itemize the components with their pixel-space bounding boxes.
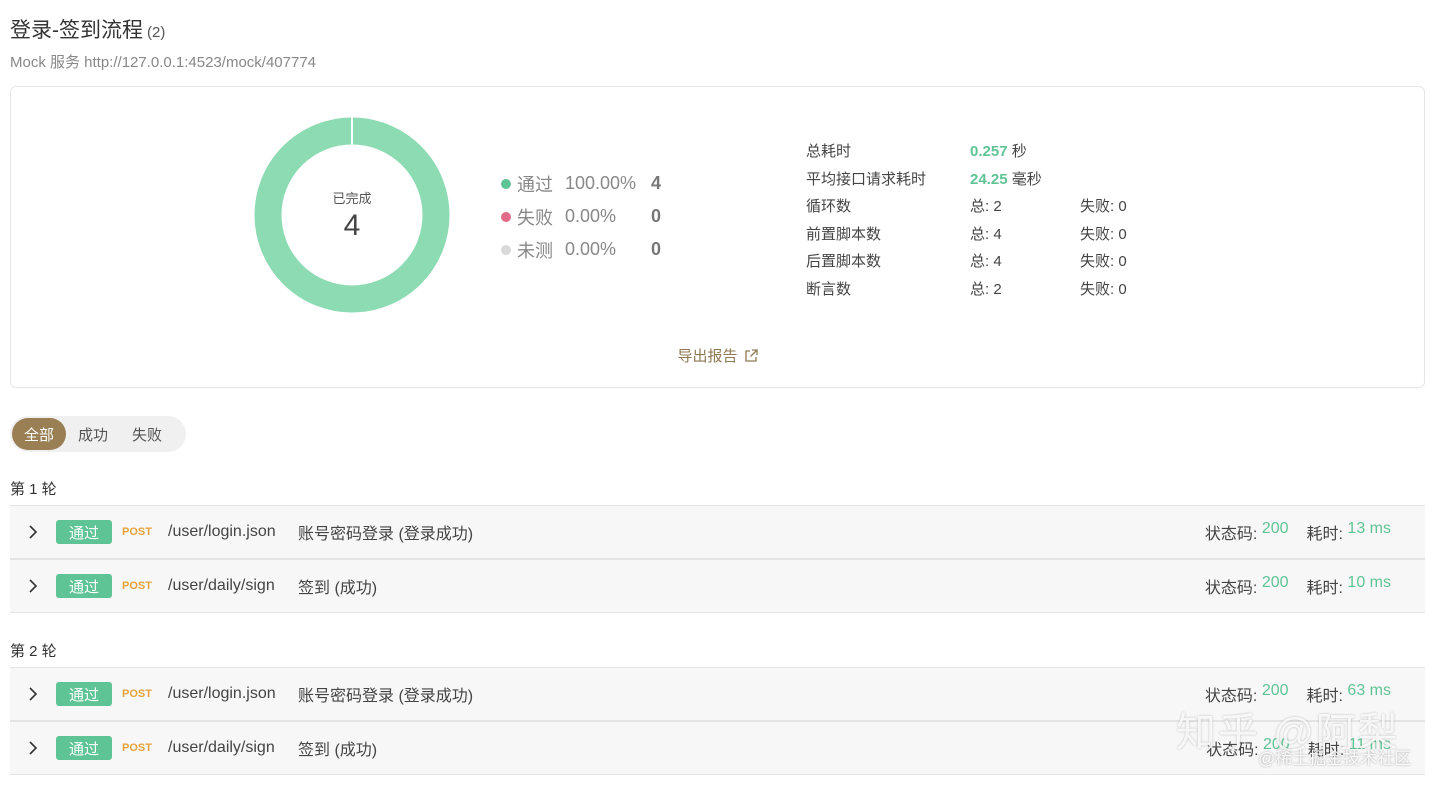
stat-assertions: 断言数 总: 2 失败: 0 [806, 275, 1127, 303]
request-desc: 签到 (成功) [298, 580, 378, 597]
chevron-right-icon[interactable] [10, 525, 56, 539]
legend-untested-name: 未测 [517, 240, 553, 261]
stats-table: 总耗时 0.257 秒 平均接口请求耗时 24.25 毫秒 循环数 总: 2 失… [806, 137, 1127, 302]
stat-fail: 失败: 0 [1080, 253, 1127, 271]
export-report-label: 导出报告 [677, 348, 738, 365]
status-badge: 通过 [56, 574, 112, 598]
export-report-link[interactable]: 导出报告 [11, 345, 1424, 366]
pass-dot-icon [501, 178, 511, 189]
request-path: /user/login.json [168, 685, 276, 702]
result-legend: 通过 100.00% 4 失败 0.00% 0 未测 0.00% 0 [501, 167, 661, 266]
chevron-right-icon[interactable] [10, 579, 56, 593]
total-time-value: 0.257 [970, 143, 1008, 161]
round-title: 第 1 轮 [10, 481, 57, 498]
http-method: POST [122, 526, 152, 538]
case-count: (2) [147, 24, 166, 41]
request-desc: 账号密码登录 (登录成功) [298, 688, 474, 705]
page-title: 登录-签到流程 [10, 19, 143, 42]
avg-time-unit: 毫秒 [1011, 170, 1042, 188]
stat-total: 总: 4 [970, 253, 1002, 271]
result-filter: 全部 成功 失败 [10, 416, 186, 452]
total-time-unit: 秒 [1011, 143, 1027, 161]
chevron-right-icon[interactable] [10, 741, 56, 755]
stat-avg-time: 平均接口请求耗时 24.25 毫秒 [806, 165, 1127, 193]
stat-label: 前置脚本数 [806, 225, 882, 243]
untested-dot-icon [501, 244, 511, 255]
duration-label: 耗时: [1306, 580, 1343, 597]
donut-value: 4 [343, 208, 361, 242]
legend-untested-pct: 0.00% [565, 239, 617, 259]
stat-fail: 失败: 0 [1080, 225, 1127, 243]
stat-loops: 循环数 总: 2 失败: 0 [806, 192, 1127, 220]
legend-fail-pct: 0.00% [565, 206, 617, 226]
status-badge: 通过 [56, 520, 112, 544]
duration: 13 ms [1347, 520, 1391, 537]
stat-label: 后置脚本数 [806, 253, 882, 271]
http-method: POST [122, 688, 152, 700]
stat-label: 断言数 [806, 280, 852, 298]
stat-label: 平均接口请求耗时 [806, 170, 927, 188]
stat-label: 总耗时 [806, 143, 852, 161]
page-header: 登录-签到流程 (2) [10, 14, 165, 44]
filter-all[interactable]: 全部 [12, 418, 67, 450]
http-method: POST [122, 580, 152, 592]
stat-total: 总: 2 [970, 198, 1002, 216]
request-desc: 签到 (成功) [298, 742, 378, 759]
status-code: 200 [1261, 520, 1289, 537]
legend-fail: 失败 0.00% 0 [501, 200, 661, 233]
request-row[interactable]: 通过 POST /user/login.json 账号密码登录 (登录成功) 状… [10, 505, 1425, 559]
legend-fail-name: 失败 [517, 207, 553, 228]
legend-untested: 未测 0.00% 0 [501, 233, 661, 266]
stat-fail: 失败: 0 [1080, 198, 1127, 216]
status-code: 200 [1261, 574, 1289, 591]
stat-fail: 失败: 0 [1080, 280, 1127, 298]
donut-label: 已完成 [332, 190, 372, 206]
duration-label: 耗时: [1306, 526, 1343, 543]
legend-untested-count: 0 [651, 239, 662, 259]
stat-total: 总: 4 [970, 225, 1002, 243]
juejin-watermark: @稀土掘金技术社区 [1258, 749, 1412, 768]
stat-value: 24.25 毫秒 [970, 168, 1042, 189]
filter-success[interactable]: 成功 [66, 418, 120, 450]
stat-pre-scripts: 前置脚本数 总: 4 失败: 0 [806, 220, 1127, 248]
mock-service-url: Mock 服务 http://127.0.0.1:4523/mock/40777… [10, 54, 317, 71]
round-title: 第 2 轮 [10, 643, 57, 660]
stat-total: 总: 2 [970, 280, 1002, 298]
filter-fail[interactable]: 失败 [120, 418, 174, 450]
stat-post-scripts: 后置脚本数 总: 4 失败: 0 [806, 247, 1127, 275]
stat-value: 0.257 秒 [970, 140, 1027, 161]
legend-pass-name: 通过 [517, 174, 553, 195]
summary-card: 已完成 4 通过 100.00% 4 失败 0.00% 0 未测 0.00% 0… [10, 86, 1425, 388]
avg-time-value: 24.25 [970, 170, 1008, 188]
request-desc: 账号密码登录 (登录成功) [298, 526, 474, 543]
http-method: POST [122, 742, 152, 754]
request-meta: 状态码: 200 耗时: 13 ms [1205, 520, 1391, 544]
legend-pass-pct: 100.00% [565, 173, 637, 193]
request-meta: 状态码: 200 耗时: 10 ms [1205, 574, 1391, 598]
status-badge: 通过 [56, 682, 112, 706]
request-path: /user/login.json [168, 523, 276, 540]
donut-center: 已完成 4 [254, 117, 450, 313]
status-code-label: 状态码: [1204, 580, 1258, 597]
chevron-right-icon[interactable] [10, 687, 56, 701]
status-badge: 通过 [56, 736, 112, 760]
request-row[interactable]: 通过 POST /user/daily/sign 签到 (成功) 状态码: 20… [10, 559, 1425, 613]
request-path: /user/daily/sign [168, 577, 275, 594]
status-code-label: 状态码: [1204, 526, 1258, 543]
external-link-icon [744, 349, 758, 362]
legend-fail-count: 0 [651, 206, 662, 226]
legend-pass-count: 4 [651, 173, 662, 193]
legend-pass: 通过 100.00% 4 [501, 167, 661, 200]
fail-dot-icon [501, 211, 511, 222]
duration: 10 ms [1347, 574, 1391, 591]
stat-label: 循环数 [806, 198, 852, 216]
stat-total-time: 总耗时 0.257 秒 [806, 137, 1127, 165]
request-path: /user/daily/sign [168, 739, 275, 756]
